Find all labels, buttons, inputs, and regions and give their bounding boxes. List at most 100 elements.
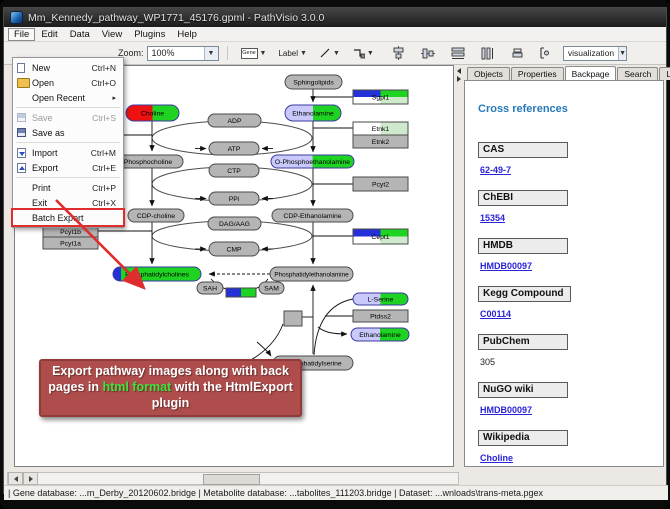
layout-button[interactable] bbox=[535, 44, 553, 62]
chevron-down-icon[interactable]: ▼ bbox=[204, 47, 218, 60]
horizontal-scrollbar[interactable] bbox=[7, 472, 459, 485]
tab-search[interactable]: Search bbox=[617, 67, 658, 80]
node-label: DAG/AAG bbox=[219, 221, 250, 228]
menu-plugins[interactable]: Plugins bbox=[128, 28, 171, 41]
gene-node-icon: Gene bbox=[241, 48, 258, 59]
align-center-button[interactable] bbox=[389, 44, 408, 62]
tab-properties[interactable]: Properties bbox=[511, 67, 564, 80]
node-ptdss2[interactable]: Ptdss2 bbox=[353, 310, 408, 322]
chevron-down-icon: ▼ bbox=[300, 50, 307, 57]
node-pcyt2[interactable]: Pcyt2 bbox=[353, 177, 408, 191]
node-label: L-Serine bbox=[368, 296, 394, 303]
node-sgpl1[interactable]: Sgpl1 bbox=[353, 90, 408, 104]
node-cept1[interactable]: Cept1 bbox=[353, 229, 408, 244]
node-cdp-ethanolamine[interactable]: CDP-Ethanolamine bbox=[272, 209, 353, 222]
xref-section-wikipedia: WikipediaCholine bbox=[478, 427, 663, 463]
file-menu-item-import[interactable]: ImportCtrl+M bbox=[13, 145, 123, 160]
stack-vertical-button[interactable] bbox=[508, 44, 527, 62]
distribute-horizontal-button[interactable] bbox=[448, 44, 468, 62]
tab-backpage[interactable]: Backpage bbox=[565, 66, 617, 80]
tab-objects[interactable]: Objects bbox=[467, 67, 510, 80]
file-menu-item-open-recent[interactable]: Open Recent▸ bbox=[13, 90, 123, 105]
node-ethanolamine[interactable]: Ethanolamine bbox=[285, 105, 341, 121]
node-ppi[interactable]: PPi bbox=[209, 192, 259, 205]
annotation-text: html format bbox=[102, 380, 171, 394]
connector-tool-button[interactable]: ▼ bbox=[349, 44, 377, 62]
label-tool-button[interactable]: Label ▼ bbox=[275, 44, 310, 62]
node-choline[interactable]: Choline bbox=[126, 105, 179, 121]
node-label: Pcyt1a bbox=[60, 240, 81, 247]
xref-value: 305 bbox=[480, 357, 663, 367]
xref-link[interactable]: C00114 bbox=[480, 309, 511, 319]
distribute-vertical-button[interactable] bbox=[478, 44, 498, 62]
node-cmp[interactable]: CMP bbox=[209, 242, 259, 256]
visualization-combobox[interactable]: visualization ▼ bbox=[563, 46, 627, 61]
chevron-down-icon[interactable]: ▼ bbox=[618, 47, 626, 60]
xref-link[interactable]: 62-49-7 bbox=[480, 165, 511, 175]
xref-link[interactable]: HMDB00097 bbox=[480, 261, 532, 271]
menu-edit[interactable]: Edit bbox=[35, 28, 63, 41]
datanode-tool-button[interactable]: Gene ▼ bbox=[238, 44, 270, 62]
file-menu-item-export[interactable]: ExportCtrl+E bbox=[13, 160, 123, 175]
gene-node[interactable] bbox=[226, 288, 256, 297]
splitter-collapse-icons[interactable] bbox=[456, 68, 462, 82]
xref-link[interactable]: HMDB00097 bbox=[480, 405, 532, 415]
node-l-serine[interactable]: L-Serine bbox=[353, 293, 408, 305]
node-ctp[interactable]: CTP bbox=[209, 164, 259, 177]
menu-item-label: Save as bbox=[32, 128, 116, 138]
file-menu-item-save[interactable]: SaveCtrl+S bbox=[13, 110, 123, 125]
elbow-connector-icon bbox=[352, 47, 365, 59]
node-adp[interactable]: ADP bbox=[208, 114, 261, 127]
menu-view[interactable]: View bbox=[96, 28, 128, 41]
node-atp[interactable]: ATP bbox=[209, 142, 259, 155]
node-dag-aag[interactable]: DAG/AAG bbox=[208, 217, 261, 230]
node-label: Phosphatidylcholines bbox=[125, 271, 189, 278]
node-label: SAH bbox=[203, 285, 217, 292]
file-menu-item-new[interactable]: NewCtrl+N bbox=[13, 60, 123, 75]
node-etnk2[interactable]: Etnk2 bbox=[353, 135, 408, 148]
align-middle-button[interactable] bbox=[418, 44, 438, 62]
gene-node[interactable] bbox=[284, 311, 302, 326]
node-sam[interactable]: SAM bbox=[259, 282, 284, 294]
backpage-panel: Cross references CAS62-49-7ChEBI15354HMD… bbox=[464, 80, 664, 467]
xref-link[interactable]: Choline bbox=[480, 453, 513, 463]
menu-item-label: Import bbox=[32, 148, 91, 158]
file-menu-item-exit[interactable]: ExitCtrl+X bbox=[13, 195, 123, 210]
menu-shortcut: Ctrl+O bbox=[91, 78, 116, 88]
menu-shortcut: Ctrl+N bbox=[92, 63, 116, 73]
tab-legend[interactable]: Legend bbox=[659, 67, 670, 80]
menu-help[interactable]: Help bbox=[171, 28, 203, 41]
new-icon bbox=[17, 63, 25, 73]
node-sah[interactable]: SAH bbox=[197, 282, 223, 294]
file-menu-item-print[interactable]: PrintCtrl+P bbox=[13, 180, 123, 195]
file-menu-item-open[interactable]: OpenCtrl+O bbox=[13, 75, 123, 90]
menu-data[interactable]: Data bbox=[64, 28, 96, 41]
zoom-combobox[interactable]: 100% ▼ bbox=[147, 46, 219, 61]
node-sphingolipids[interactable]: Sphingolipids bbox=[285, 75, 342, 89]
node-etnk1[interactable]: Etnk1 bbox=[353, 122, 408, 135]
menu-file[interactable]: File bbox=[8, 28, 35, 41]
label-tool-text: Label bbox=[278, 49, 298, 58]
file-menu-item-batch-export[interactable]: Batch Export bbox=[13, 210, 123, 225]
file-menu-item-save-as[interactable]: Save as bbox=[13, 125, 123, 140]
xref-value: HMDB00097 bbox=[480, 405, 663, 415]
scrollbar-thumb[interactable] bbox=[203, 474, 260, 485]
distribute-horizontal-icon bbox=[451, 47, 465, 60]
node-phosphatidylcholines[interactable]: Phosphatidylcholines bbox=[113, 267, 201, 281]
scroll-left-button[interactable] bbox=[8, 472, 23, 485]
node-ethanolamine[interactable]: Ethanolamine bbox=[351, 328, 409, 341]
line-tool-button[interactable]: ▼ bbox=[316, 44, 343, 62]
sidebar-splitter[interactable] bbox=[454, 65, 464, 467]
node-cdp-choline[interactable]: CDP-choline bbox=[128, 209, 184, 222]
app-window: Mm_Kennedy_pathway_WP1771_45176.gpml - P… bbox=[3, 7, 667, 494]
node-phosphatidylethanolamine[interactable]: Phosphatidylethanolamine bbox=[270, 267, 353, 281]
status-text: | Gene database: ...m_Derby_20120602.bri… bbox=[8, 488, 543, 498]
node-o-phosphoethanolamine[interactable]: O-Phosphoethanolamine bbox=[271, 155, 354, 168]
xref-link[interactable]: 15354 bbox=[480, 213, 505, 223]
node-label: Etnk2 bbox=[372, 139, 390, 146]
node-pcyt1a[interactable]: Pcyt1a bbox=[43, 237, 98, 249]
node-label: CDP-Ethanolamine bbox=[283, 213, 341, 220]
xref-title: CAS bbox=[478, 142, 568, 158]
scroll-right-button[interactable] bbox=[23, 472, 38, 485]
xref-section-chebi: ChEBI15354 bbox=[478, 187, 663, 223]
